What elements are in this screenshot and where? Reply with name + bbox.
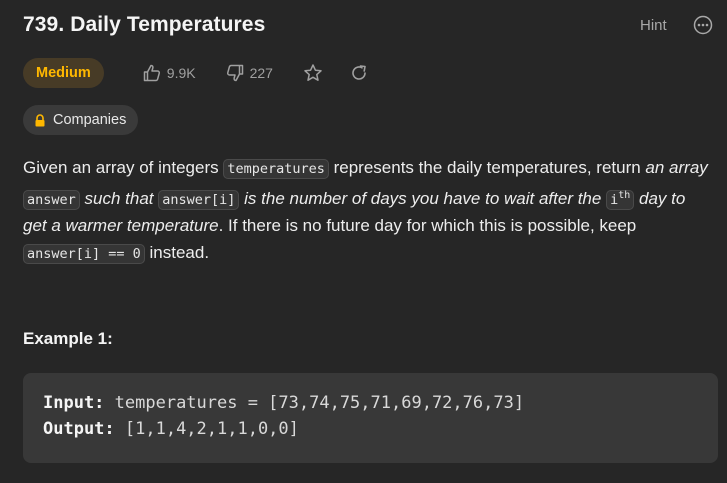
problem-meta-row: Medium 9.9K 227 [23,58,369,88]
input-value: temperatures = [73,74,75,71,69,72,76,73] [104,393,525,413]
share-button[interactable] [349,63,369,83]
problem-description: Given an array of integers temperatures … [23,155,713,267]
problem-page: 739. Daily Temperatures Hint Medium 9.9K… [0,0,727,483]
companies-label: Companies [53,112,127,128]
example-title: Example 1: [23,329,113,348]
example-block: Input: temperatures = [73,74,75,71,69,72… [23,373,718,463]
code-i-th: ith [606,189,635,210]
code-answer-i-eq-0: answer[i] == 0 [23,243,145,264]
hint-button[interactable]: Hint [640,17,667,34]
star-icon [304,64,322,81]
description-text: . If there is no future day for which th… [218,216,637,235]
example-input-line: Input: temperatures = [73,74,75,71,69,72… [43,393,524,413]
thumbs-up-icon [143,64,160,82]
favorite-button[interactable] [303,63,323,83]
output-label: Output: [43,419,115,439]
description-emphasis: an array [645,158,708,177]
problem-title[interactable]: 739. Daily Temperatures [23,13,265,37]
description-text: instead. [144,242,210,262]
dislike-button[interactable]: 227 [225,63,273,83]
share-icon [352,65,366,80]
input-label: Input: [43,393,105,413]
lock-icon [35,113,45,126]
more-options-icon[interactable] [693,15,713,35]
thumbs-down-icon [226,64,243,82]
superscript-th: th [618,189,631,201]
dislike-count: 227 [249,65,273,81]
code-temperatures: temperatures [223,159,329,179]
code-answer: answer [23,189,80,210]
description-text: represents the daily temperatures, retur… [328,158,646,177]
output-value: [1,1,4,2,1,1,0,0] [114,419,299,439]
difficulty-badge: Medium [23,58,104,88]
example-output-line: Output: [1,1,4,2,1,1,0,0] [43,419,299,439]
description-emphasis: is the number of days you have to wait a… [244,188,602,208]
description-emphasis: such that [84,188,154,208]
code-answer-i: answer[i] [158,189,240,210]
code-i: i [610,191,619,208]
like-button[interactable]: 9.9K [142,63,196,83]
like-count: 9.9K [166,65,196,81]
description-text: Given an array of integers [23,158,224,177]
companies-tag[interactable]: Companies [23,105,139,135]
